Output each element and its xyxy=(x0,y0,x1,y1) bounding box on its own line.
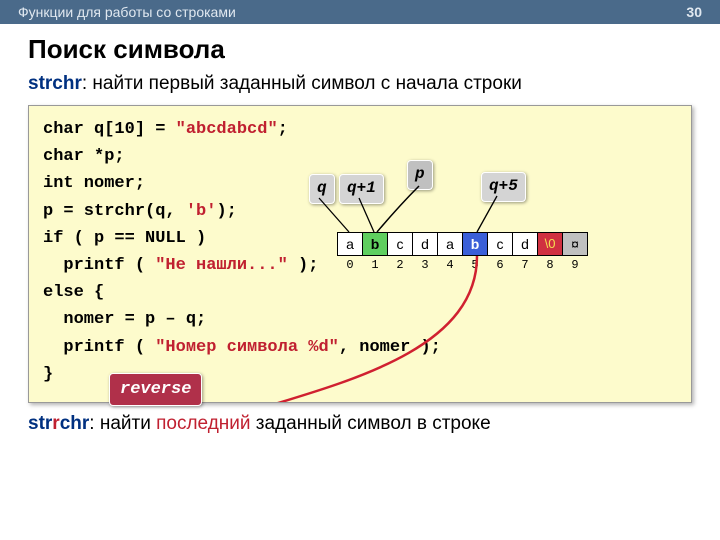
page-number: 30 xyxy=(686,4,702,20)
mem-index: 8 xyxy=(537,256,563,275)
code-line-1: char q[10] = "abcdabcd"; xyxy=(43,116,677,143)
mem-index: 2 xyxy=(387,256,413,275)
pointer-label-q1: q+1 xyxy=(339,174,384,204)
code-line-9: printf ( "Номер символа %d", nomer ); xyxy=(43,334,677,361)
mem-index: 5 xyxy=(462,256,488,275)
mem-cell-highlight-green: b xyxy=(362,232,388,256)
mem-index: 3 xyxy=(412,256,438,275)
mem-index: 7 xyxy=(512,256,538,275)
code-line-7: else { xyxy=(43,279,677,306)
code-line-8: nomer = p – q; xyxy=(43,306,677,333)
fn-strrchr: strrchr xyxy=(28,413,89,434)
pointer-label-q: q xyxy=(309,174,335,204)
outro-rest2: заданный символ в строке xyxy=(251,413,491,434)
mem-index: 9 xyxy=(562,256,588,275)
breadcrumb: Функции для работы со строками xyxy=(18,4,236,20)
header-bar: Функции для работы со строками 30 xyxy=(0,0,720,24)
fn-strchr: strchr xyxy=(28,73,82,94)
mem-cell: c xyxy=(487,232,513,256)
mem-index: 6 xyxy=(487,256,513,275)
mem-cell-garbage: ¤ xyxy=(562,232,588,256)
page-title: Поиск символа xyxy=(28,34,692,65)
mem-cell: c xyxy=(387,232,413,256)
code-line-2: char *p; xyxy=(43,143,677,170)
mem-index: 4 xyxy=(437,256,463,275)
outro-last: последний xyxy=(156,413,250,434)
mem-cell-null: \0 xyxy=(537,232,563,256)
mem-index: 0 xyxy=(337,256,363,275)
memory-cells-row: a b c d a b c d \0 ¤ xyxy=(337,232,588,256)
pointer-label-q5: q+5 xyxy=(481,172,526,202)
outro-rest1: : найти xyxy=(89,413,156,434)
intro-line: strchr: найти первый заданный символ c н… xyxy=(28,73,692,95)
memory-diagram: a b c d a b c d \0 ¤ 0 1 2 3 4 5 6 7 8 9 xyxy=(337,232,588,275)
mem-cell: a xyxy=(337,232,363,256)
memory-index-row: 0 1 2 3 4 5 6 7 8 9 xyxy=(337,256,588,275)
mem-cell-highlight-blue: b xyxy=(462,232,488,256)
intro-rest: : найти первый заданный символ c начала … xyxy=(82,73,522,94)
mem-cell: d xyxy=(512,232,538,256)
mem-cell: a xyxy=(437,232,463,256)
reverse-badge: reverse xyxy=(109,373,202,406)
mem-index: 1 xyxy=(362,256,388,275)
mem-cell: d xyxy=(412,232,438,256)
pointer-label-p: p xyxy=(407,160,433,190)
outro-line: strrchr: найти последний заданный символ… xyxy=(28,413,692,435)
code-block: char q[10] = "abcdabcd"; char *p; int no… xyxy=(28,105,692,403)
